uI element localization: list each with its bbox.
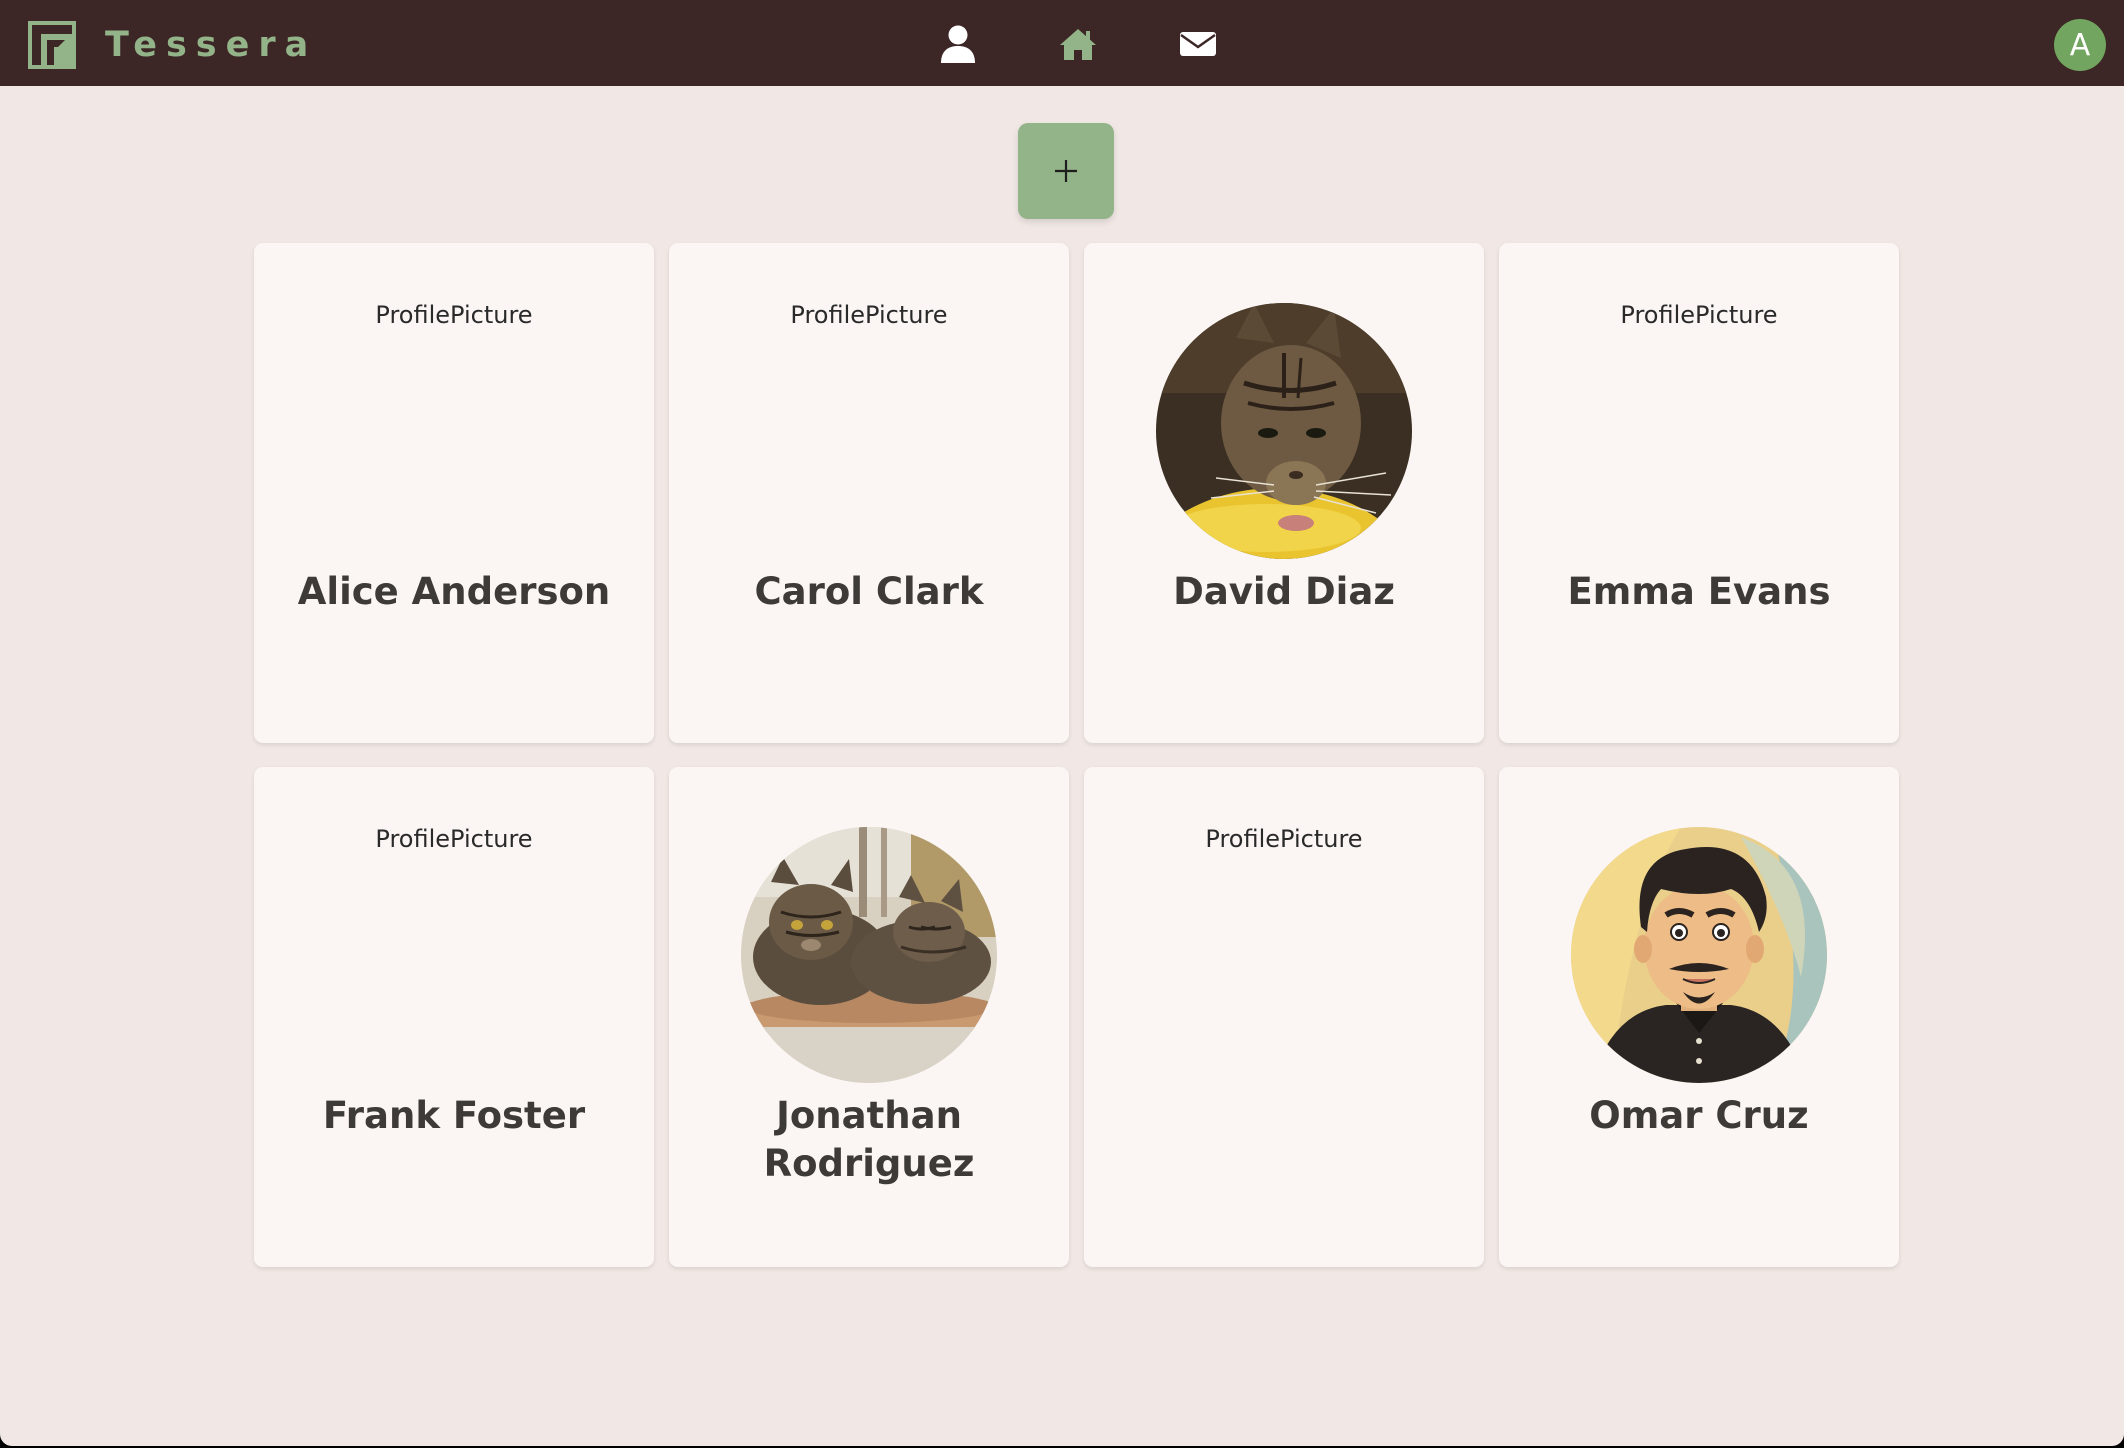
profile-card[interactable]: ProfilePicture <box>1084 767 1484 1267</box>
tessera-logo-icon <box>28 21 76 69</box>
cartoon-man-avatar-icon <box>1571 827 1827 1083</box>
profile-picture-placeholder: ProfilePicture <box>790 301 948 329</box>
profile-card[interactable]: Jonathan Rodriguez <box>669 767 1069 1267</box>
profile-picture <box>1571 827 1827 1083</box>
add-card-button[interactable] <box>1018 123 1114 219</box>
profile-card[interactable]: ProfilePicture Carol Clark <box>669 243 1069 743</box>
profile-name: Omar Cruz <box>1589 1094 1809 1137</box>
profile-picture <box>741 827 997 1083</box>
profile-card[interactable]: ProfilePicture Alice Anderson <box>254 243 654 743</box>
envelope-icon[interactable] <box>1178 24 1218 64</box>
profile-name: David Diaz <box>1173 570 1395 613</box>
profile-card[interactable]: Omar Cruz <box>1499 767 1899 1267</box>
profile-name: Carol Clark <box>754 570 984 613</box>
profile-card[interactable]: ProfilePicture Frank Foster <box>254 767 654 1267</box>
profile-picture-placeholder: ProfilePicture <box>375 825 533 853</box>
two-cats-photo-icon <box>741 827 997 1083</box>
top-navbar: Tessera A <box>0 0 2124 86</box>
plus-icon <box>1055 160 1077 182</box>
profile-picture <box>1156 303 1412 559</box>
home-icon[interactable] <box>1058 24 1098 64</box>
app-window: Tessera A ProfilePicture Alice Anderson … <box>0 0 2124 1446</box>
brand-name: Tessera <box>105 25 318 65</box>
profile-picture-placeholder: ProfilePicture <box>1620 301 1778 329</box>
profile-picture-placeholder: ProfilePicture <box>375 301 533 329</box>
profile-name: Frank Foster <box>322 1094 586 1137</box>
tabby-cat-photo-icon <box>1156 303 1412 559</box>
user-icon[interactable] <box>938 24 978 64</box>
brand[interactable]: Tessera <box>27 20 317 70</box>
profile-card[interactable]: David Diaz <box>1084 243 1484 743</box>
account-avatar-button[interactable]: A <box>2054 19 2106 71</box>
profile-card[interactable]: ProfilePicture Emma Evans <box>1499 243 1899 743</box>
profile-name: Alice Anderson <box>297 570 611 613</box>
profile-name: Emma Evans <box>1567 570 1831 613</box>
profile-picture-placeholder: ProfilePicture <box>1205 825 1363 853</box>
profile-name: Jonathan Rodriguez <box>763 1094 975 1185</box>
